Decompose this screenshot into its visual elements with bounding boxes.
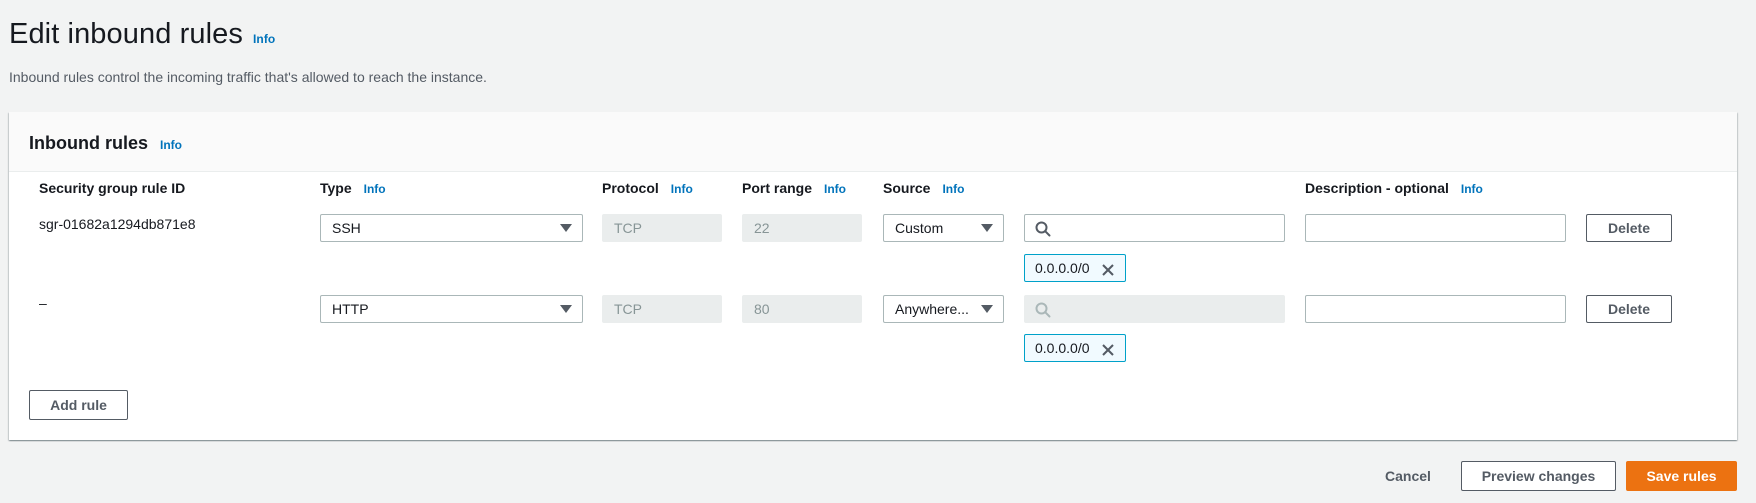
source-token-label: 0.0.0.0/0: [1035, 260, 1090, 276]
source-token-label: 0.0.0.0/0: [1035, 340, 1090, 356]
delete-rule-button[interactable]: Delete: [1586, 214, 1672, 242]
type-select-value: HTTP: [332, 301, 369, 317]
column-header-description: Description - optional Info: [1305, 180, 1483, 196]
type-info-link[interactable]: Info: [364, 182, 386, 196]
column-label-description: Description - optional: [1305, 180, 1449, 196]
search-icon: [1035, 221, 1051, 237]
panel-info-link[interactable]: Info: [160, 138, 182, 152]
source-token: 0.0.0.0/0: [1024, 254, 1126, 282]
page-title-text: Edit inbound rules: [9, 18, 243, 50]
panel-title: Inbound rules Info: [29, 133, 182, 154]
caret-down-icon: [981, 305, 993, 313]
rule-id: –: [39, 295, 47, 311]
column-label-type: Type: [320, 180, 352, 196]
column-header-rule-id: Security group rule ID: [39, 180, 185, 196]
column-label-source: Source: [883, 180, 931, 196]
rule-id: sgr-01682a1294db871e8: [39, 216, 196, 232]
inbound-rules-panel: Inbound rules Info Security group rule I…: [9, 112, 1737, 440]
close-icon[interactable]: [1100, 260, 1116, 276]
caret-down-icon: [560, 224, 572, 232]
type-select[interactable]: HTTP: [320, 295, 583, 323]
add-rule-button[interactable]: Add rule: [29, 390, 128, 420]
port-range-field: 22: [742, 214, 862, 242]
column-header-type: Type Info: [320, 180, 386, 196]
page-title: Edit inbound rules Info: [9, 18, 275, 51]
source-token: 0.0.0.0/0: [1024, 334, 1126, 362]
protocol-field: TCP: [602, 214, 722, 242]
caret-down-icon: [560, 305, 572, 313]
panel-header: Inbound rules Info: [9, 112, 1737, 172]
description-input[interactable]: [1305, 214, 1566, 242]
column-label-port-range: Port range: [742, 180, 813, 196]
caret-down-icon: [981, 224, 993, 232]
source-type-value: Anywhere...: [895, 301, 969, 317]
source-type-select[interactable]: Anywhere...: [883, 295, 1004, 323]
source-type-select[interactable]: Custom: [883, 214, 1004, 242]
delete-rule-button[interactable]: Delete: [1586, 295, 1672, 323]
protocol-info-link[interactable]: Info: [671, 182, 693, 196]
port-range-field: 80: [742, 295, 862, 323]
description-input[interactable]: [1305, 295, 1566, 323]
source-search-input: [1024, 295, 1285, 323]
column-header-source: Source Info: [883, 180, 964, 196]
column-header-port-range: Port range Info: [742, 180, 846, 196]
panel-title-text: Inbound rules: [29, 133, 148, 153]
protocol-field: TCP: [602, 295, 722, 323]
column-label-rule-id: Security group rule ID: [39, 180, 186, 196]
search-icon: [1035, 302, 1051, 318]
column-header-protocol: Protocol Info: [602, 180, 693, 196]
page-description: Inbound rules control the incoming traff…: [9, 69, 487, 85]
description-info-link[interactable]: Info: [1461, 182, 1483, 196]
source-type-value: Custom: [895, 220, 944, 236]
type-select-value: SSH: [332, 220, 361, 236]
source-search-input[interactable]: [1024, 214, 1285, 242]
type-select[interactable]: SSH: [320, 214, 583, 242]
port-range-info-link[interactable]: Info: [824, 182, 846, 196]
save-rules-button[interactable]: Save rules: [1626, 461, 1737, 491]
column-label-protocol: Protocol: [602, 180, 659, 196]
preview-changes-button[interactable]: Preview changes: [1461, 461, 1616, 491]
cancel-button[interactable]: Cancel: [1385, 468, 1431, 484]
source-info-link[interactable]: Info: [942, 182, 964, 196]
page-info-link[interactable]: Info: [253, 32, 275, 46]
close-icon[interactable]: [1100, 340, 1116, 356]
